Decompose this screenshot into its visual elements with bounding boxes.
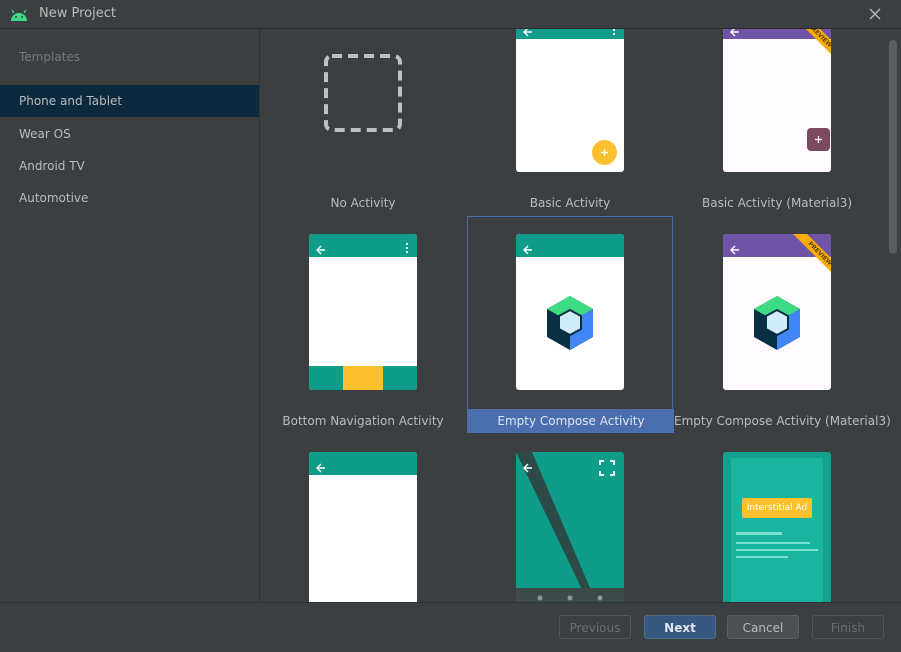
back-arrow-icon [523,458,533,477]
phone-preview [516,29,624,172]
phone-preview [516,452,624,602]
template-empty-activity[interactable] [260,435,466,602]
dashed-placeholder-icon [324,54,402,132]
phone-preview [516,234,624,390]
template-basic-activity[interactable]: Basic Activity [467,29,673,216]
phone-preview [309,452,417,602]
back-arrow-icon [316,458,326,477]
cancel-button[interactable]: Cancel [727,615,799,639]
app-bar [309,234,417,257]
back-arrow-icon [730,240,740,259]
template-gallery: No Activity Basic Activity PREVIEW Basic… [260,29,901,602]
preview-ribbon: PREVIEW [806,29,831,54]
phone-preview [309,234,417,390]
back-arrow-icon [523,29,533,41]
back-arrow-icon [523,240,533,259]
template-empty-compose-activity-material3[interactable]: PREVIEW Empty Compose Activity (Material… [674,217,891,434]
phone-preview: PREVIEW [723,29,831,172]
jetpack-compose-logo-icon [754,296,800,350]
svg-text:PREVIEW: PREVIEW [807,240,831,267]
sidebar-item-wear-os[interactable]: Wear OS [0,118,259,150]
window-title: New Project [39,6,116,21]
template-basic-activity-material3[interactable]: PREVIEW Basic Activity (Material3) [674,29,880,216]
app-bar [516,234,624,257]
template-bottom-navigation-activity[interactable]: Bottom Navigation Activity [260,217,466,434]
placeholder-line [736,556,788,558]
jetpack-compose-logo-icon [547,296,593,350]
template-fullscreen-activity[interactable] [467,435,673,602]
placeholder-line [736,532,782,535]
preview-ribbon: PREVIEW [793,234,831,272]
finish-button[interactable]: Finish [812,615,884,639]
interstitial-ad-badge: Interstitial Ad [742,498,812,518]
android-icon [10,7,28,26]
phone-preview: Interstitial Ad [723,452,831,602]
ad-card: Interstitial Ad [731,458,823,602]
template-label: No Activity [330,196,396,210]
template-label: Empty Compose Activity [468,409,674,433]
overflow-menu-icon [612,29,616,40]
next-button[interactable]: Next [644,615,716,639]
fab-icon [592,140,617,165]
back-arrow-icon [316,240,326,259]
templates-sidebar: Templates Phone and Tablet Wear OS Andro… [0,29,260,602]
placeholder-line [736,542,810,544]
sidebar-item-phone-and-tablet[interactable]: Phone and Tablet [0,85,259,117]
template-empty-compose-activity[interactable]: Empty Compose Activity [467,216,674,433]
placeholder-line [736,549,818,551]
title-bar: New Project [0,0,901,29]
template-no-activity[interactable]: No Activity [260,29,466,216]
sidebar-item-android-tv[interactable]: Android TV [0,150,259,182]
phone-preview: PREVIEW [723,234,831,390]
template-label: Bottom Navigation Activity [282,414,444,428]
previous-button[interactable]: Previous [559,615,631,639]
template-label: Basic Activity [529,196,611,210]
sidebar-header: Templates [19,50,81,64]
template-label: Basic Activity (Material3) [701,196,853,210]
dialog-footer: Previous Next Cancel Finish [0,602,901,652]
template-label: Empty Compose Activity (Material3) [674,414,891,428]
fullscreen-icon [599,460,615,480]
bottom-nav-bar [309,366,417,390]
template-interstitial-ad[interactable]: Interstitial Ad [674,435,880,602]
vertical-scrollbar[interactable] [889,40,897,254]
fab-icon [807,128,830,151]
sidebar-item-automotive[interactable]: Automotive [0,182,259,214]
app-bar [309,452,417,475]
close-icon[interactable] [864,3,886,25]
app-bar [516,29,624,39]
overflow-menu-icon [405,239,409,258]
back-arrow-icon [730,29,740,41]
